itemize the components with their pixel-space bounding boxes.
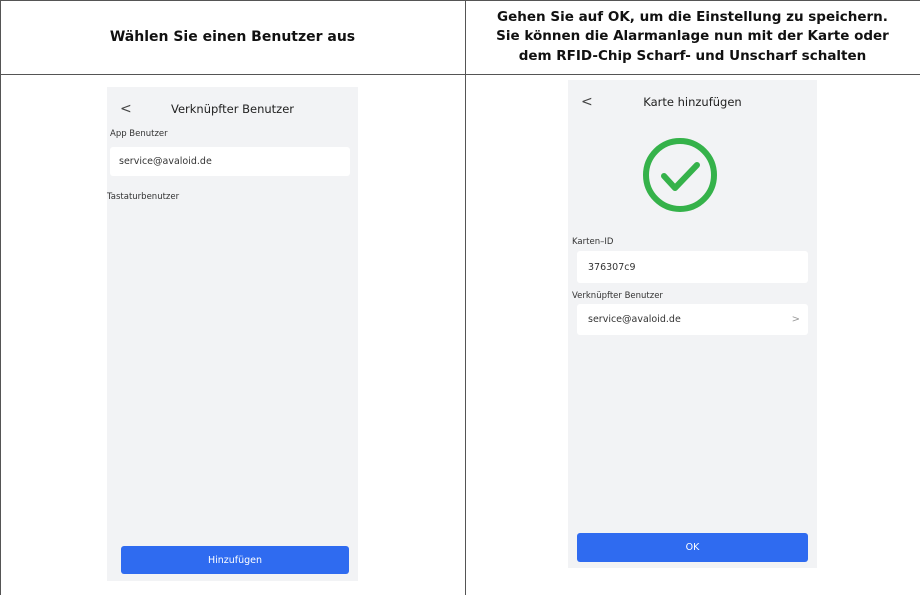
header-cell-left: Wählen Sie einen Benutzer aus bbox=[0, 0, 465, 74]
keypad-users-label: Tastaturbenutzer bbox=[107, 192, 180, 202]
header-right-line-3: dem RFID-Chip Scharf- und Unscharf schal… bbox=[518, 47, 867, 64]
nav-bar: < Karte hinzufügen bbox=[568, 80, 817, 124]
header-right-line-2: Sie können die Alarmanlage nun mit der K… bbox=[496, 28, 889, 45]
linked-user-value: service@avaloid.de bbox=[588, 314, 681, 325]
screen-title: Karte hinzufügen bbox=[643, 95, 742, 109]
add-button-label: Hinzufügen bbox=[207, 554, 263, 566]
screen-title: Verknüpfter Benutzer bbox=[170, 102, 295, 116]
app-users-label: App Benutzer bbox=[110, 129, 168, 139]
linked-user-label: Verknüpfter Benutzer bbox=[572, 291, 663, 301]
card-id-value: 376307c9 bbox=[588, 261, 636, 273]
table-border-top bbox=[0, 0, 920, 1]
header-right-line-1: Gehen Sie auf OK, um die Einstellung zu … bbox=[497, 9, 888, 26]
nav-bar: < Verknüpfter Benutzer bbox=[107, 87, 358, 131]
table-header-divider bbox=[0, 74, 920, 75]
add-button[interactable]: Hinzufügen bbox=[121, 546, 349, 574]
card-id-label: Karten–ID bbox=[572, 237, 614, 247]
linked-user-screen: < Verknüpfter Benutzer App Benutzer serv… bbox=[107, 87, 358, 581]
table-border-left bbox=[0, 0, 1, 595]
ok-button-label: OK bbox=[685, 542, 700, 553]
ok-button[interactable]: OK bbox=[577, 533, 808, 562]
checkmark-circle-icon bbox=[641, 136, 719, 214]
add-card-screen: < Karte hinzufügen Karten–ID 376307c9 Ve… bbox=[568, 80, 817, 568]
instruction-table: Wählen Sie einen Benutzer aus Gehen Sie … bbox=[0, 0, 920, 595]
chevron-right-icon: > bbox=[791, 314, 800, 325]
linked-user-row[interactable]: service@avaloid.de > bbox=[577, 304, 808, 335]
header-left-text: Wählen Sie einen Benutzer aus bbox=[109, 29, 356, 45]
app-user-item[interactable]: service@avaloid.de bbox=[110, 147, 350, 176]
card-id-field: 376307c9 bbox=[577, 251, 808, 283]
app-user-value: service@avaloid.de bbox=[119, 156, 212, 167]
table-column-divider bbox=[465, 0, 466, 595]
header-cell-right: Gehen Sie auf OK, um die Einstellung zu … bbox=[465, 0, 920, 74]
